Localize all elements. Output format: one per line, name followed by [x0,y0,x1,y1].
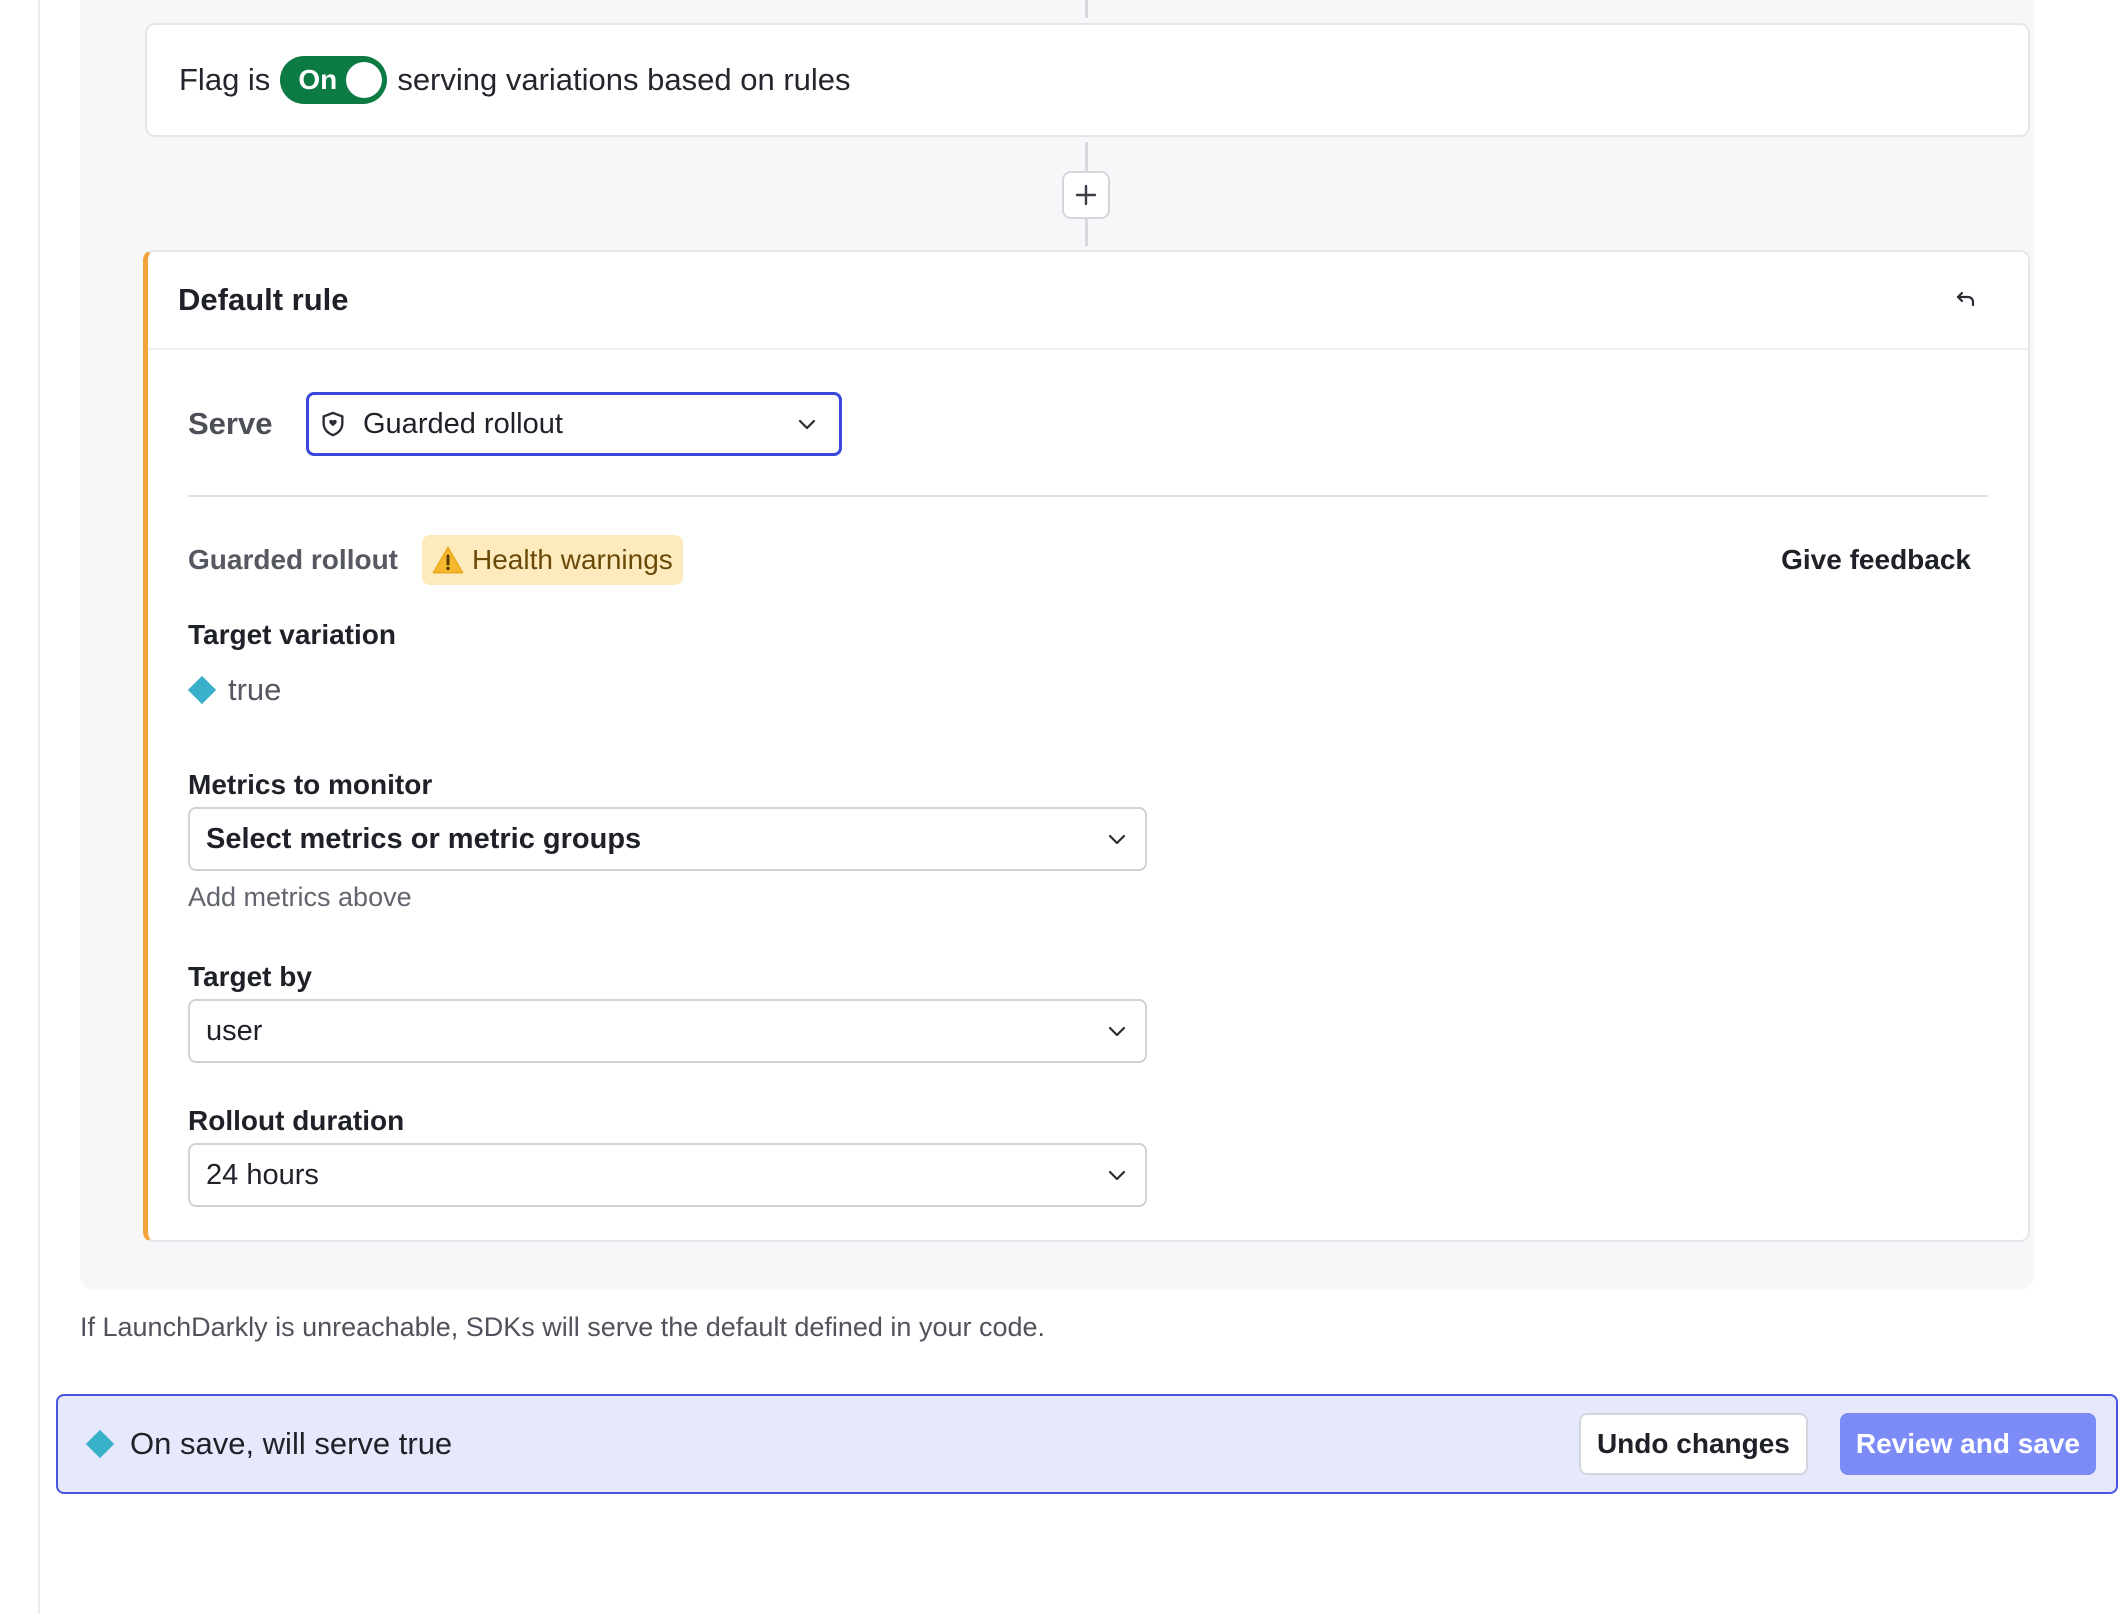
rule-header: Default rule [148,252,2028,350]
rollout-duration-value: 24 hours [206,1158,319,1191]
variation-diamond-icon [85,1429,115,1459]
connector-line [1085,0,1088,18]
guarded-rollout-header: Guarded rollout Health warnings Give fee… [188,535,1988,585]
save-bar: On save, will serve true Undo changes Re… [56,1394,2118,1494]
flag-on-toggle[interactable]: On [280,56,388,104]
serve-label: Serve [188,406,273,441]
undo-changes-button[interactable]: Undo changes [1578,1413,1808,1475]
metrics-select-placeholder: Select metrics or metric groups [206,822,642,855]
metrics-helper-text: Add metrics above [188,882,412,912]
rollout-duration-select[interactable]: 24 hours [188,1143,1147,1207]
warning-triangle-icon [432,546,464,574]
chevron-down-icon [1105,1019,1129,1043]
target-by-select[interactable]: user [188,999,1147,1063]
toggle-label: On [298,64,338,95]
shield-icon [319,410,347,438]
give-feedback-link[interactable]: Give feedback [1781,544,1971,576]
rule-title: Default rule [178,282,349,317]
divider [188,495,1988,497]
save-message: On save, will serve true [130,1426,453,1461]
guarded-rollout-label: Guarded rollout [188,544,398,575]
health-warnings-text: Health warnings [472,544,673,575]
flag-status-suffix: serving variations based on rules [397,62,851,97]
variation-diamond-icon [187,675,217,705]
serve-select-value: Guarded rollout [363,407,563,440]
metrics-select[interactable]: Select metrics or metric groups [188,807,1147,871]
plus-icon [1075,184,1097,206]
flag-status-card: Flag is On serving variations based on r… [145,23,2030,137]
target-variation-label: Target variation [188,619,396,650]
chevron-down-icon [795,412,819,436]
review-and-save-button[interactable]: Review and save [1839,1413,2096,1475]
target-by-label: Target by [188,961,312,992]
left-border [38,0,40,1614]
chevron-down-icon [1105,827,1129,851]
chevron-down-icon [1105,1163,1129,1187]
add-rule-button[interactable] [1062,171,1110,219]
target-variation-text: true [228,672,282,707]
serve-row: Serve Guarded rollout [188,392,842,456]
toggle-knob [346,62,383,98]
rollout-duration-label: Rollout duration [188,1105,405,1136]
metrics-label: Metrics to monitor [188,769,433,800]
serve-select[interactable]: Guarded rollout [306,392,842,456]
default-rule-card: Default rule Serve Guarded rollout Guard… [143,250,2030,1242]
flag-status-prefix: Flag is [179,62,271,97]
health-warnings-badge[interactable]: Health warnings [422,535,683,585]
undo-arrow-icon[interactable] [1948,282,1984,318]
target-variation-value: true [187,672,282,708]
target-by-value: user [206,1014,263,1047]
fallback-note: If LaunchDarkly is unreachable, SDKs wil… [80,1312,1046,1342]
flag-targeting-page: Flag is On serving variations based on r… [0,0,2128,1614]
